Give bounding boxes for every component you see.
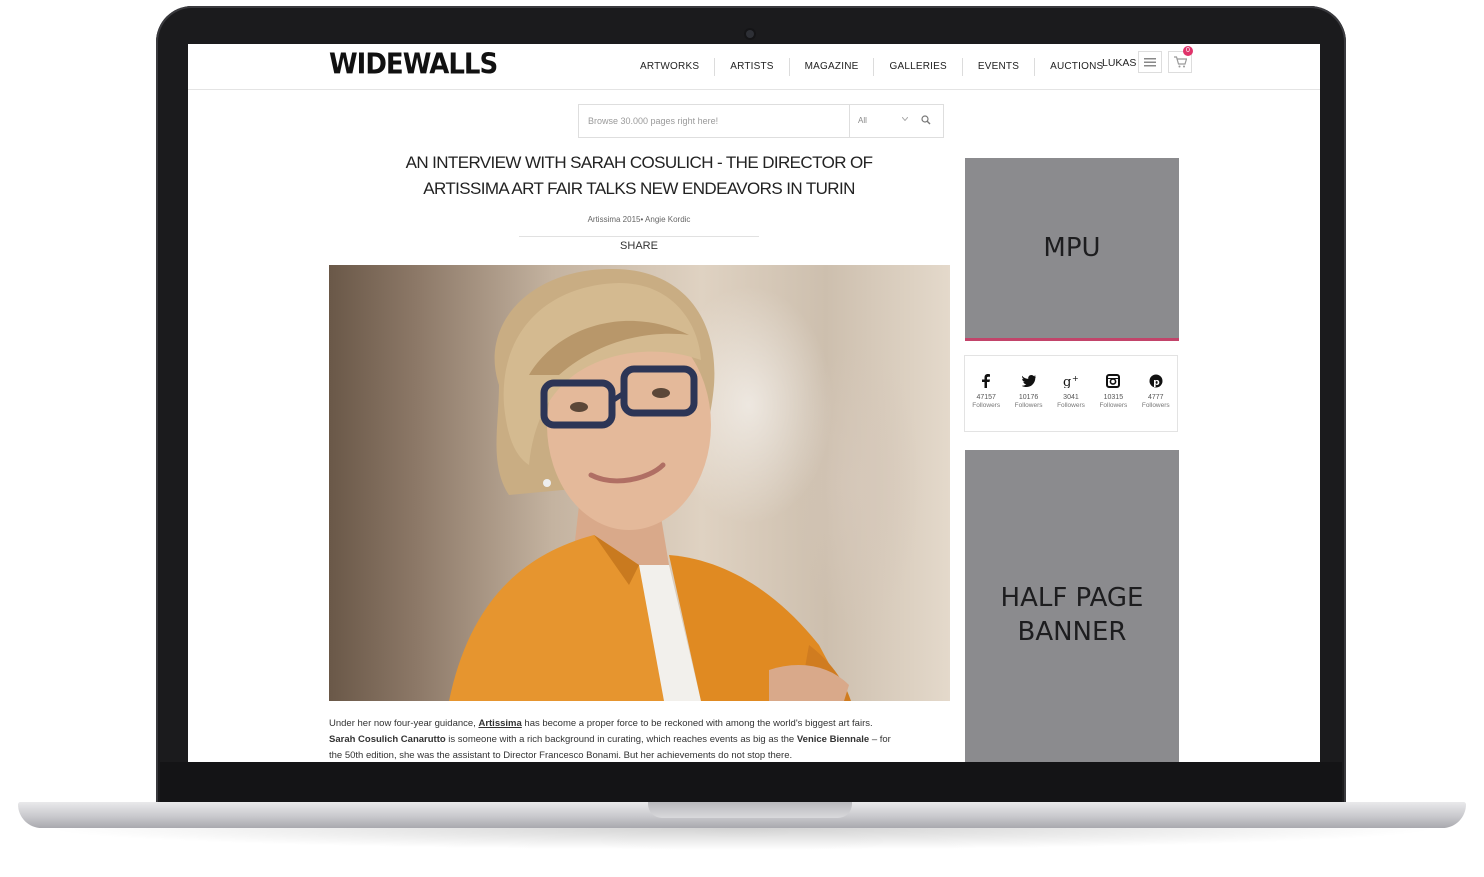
- follower-count: 4777: [1147, 394, 1164, 401]
- hamburger-icon: [1144, 57, 1156, 66]
- half-page-label-line-1: HALF PAGE: [1000, 583, 1144, 613]
- body-text: Under her now four-year guidance,: [329, 718, 479, 729]
- social-google-plus[interactable]: g + 3041 Followers: [1051, 372, 1091, 410]
- top-navbar: WIDEWALLS ARTWORKS ARTISTS MAGAZINE GALL…: [188, 44, 1320, 90]
- follower-label: Followers: [972, 402, 1001, 409]
- social-twitter[interactable]: 10176 Followers: [1009, 372, 1049, 410]
- search-input[interactable]: [579, 105, 841, 137]
- body-paragraph-line-2: Sarah Cosulich Canarutto is someone with…: [329, 732, 954, 748]
- svg-text:p: p: [1153, 378, 1160, 388]
- person-name: Sarah Cosulich Canarutto: [329, 734, 446, 745]
- follower-count: 10315: [1103, 394, 1124, 401]
- nav-item-events[interactable]: EVENTS: [961, 58, 1034, 76]
- article-title-line-2: ARTISSIMA ART FAIR TALKS NEW ENDEAVORS I…: [423, 179, 855, 198]
- social-facebook[interactable]: 47157 Followers: [966, 372, 1006, 410]
- half-page-label-line-2: BANNER: [1017, 617, 1127, 647]
- search-icon[interactable]: [921, 115, 931, 125]
- pinterest-icon: p: [1149, 374, 1163, 388]
- follower-label: Followers: [1099, 402, 1128, 409]
- follower-label: Followers: [1141, 402, 1170, 409]
- hero-photo: [329, 265, 950, 701]
- browser-screen: WIDEWALLS ARTWORKS ARTISTS MAGAZINE GALL…: [188, 44, 1320, 762]
- event-name: Venice Biennale: [796, 734, 870, 745]
- mpu-ad-slot[interactable]: MPU: [965, 158, 1179, 341]
- social-follow-box: 47157 Followers 10176 Followers g + 3041 …: [964, 355, 1178, 432]
- svg-text:+: +: [1072, 374, 1079, 383]
- hamburger-menu-button[interactable]: [1138, 51, 1162, 73]
- article-title: AN INTERVIEW WITH SARAH COSULICH - THE D…: [369, 150, 909, 202]
- cart-count-badge: 0: [1183, 46, 1193, 56]
- share-button[interactable]: SHARE: [519, 240, 759, 252]
- follower-count: 47157: [976, 394, 996, 401]
- laptop-bezel: [160, 762, 1342, 802]
- laptop-shadow: [40, 828, 1444, 850]
- article-body: Under her now four-year guidance, Artiss…: [329, 716, 954, 762]
- nav-item-galleries[interactable]: GALLERIES: [873, 58, 961, 76]
- follower-label: Followers: [1057, 402, 1085, 409]
- nav-item-magazine[interactable]: MAGAZINE: [788, 58, 874, 76]
- chevron-down-icon: [902, 117, 908, 121]
- article-title-line-1: AN INTERVIEW WITH SARAH COSULICH - THE D…: [405, 153, 873, 172]
- main-nav: ARTWORKS ARTISTS MAGAZINE GALLERIES EVEN…: [625, 54, 1118, 80]
- laptop-notch: [648, 802, 852, 818]
- follower-label: Followers: [1014, 402, 1043, 409]
- cart-icon: [1173, 56, 1187, 68]
- google-plus-icon: g +: [1063, 374, 1079, 388]
- mpu-label: MPU: [1043, 233, 1101, 263]
- nav-item-artists[interactable]: ARTISTS: [714, 58, 788, 76]
- facebook-icon: [982, 374, 991, 388]
- search-bar: All: [578, 104, 944, 138]
- search-category-select[interactable]: All: [849, 105, 913, 137]
- follower-count: 3041: [1063, 394, 1079, 401]
- artissima-link[interactable]: Artissima: [478, 718, 521, 729]
- nav-item-artworks[interactable]: ARTWORKS: [625, 58, 714, 76]
- social-pinterest[interactable]: p 4777 Followers: [1136, 372, 1176, 410]
- user-menu[interactable]: LUKAS: [1102, 55, 1136, 71]
- body-paragraph-line-3: the 50th edition, she was the assistant …: [329, 750, 793, 761]
- portrait-illustration: [449, 268, 851, 701]
- half-page-ad-slot[interactable]: HALF PAGE BANNER: [965, 450, 1179, 762]
- body-paragraph-line-1: Under her now four-year guidance, Artiss…: [329, 716, 954, 732]
- twitter-icon: [1021, 375, 1036, 387]
- social-instagram[interactable]: 10315 Followers: [1093, 372, 1133, 410]
- divider: [519, 236, 759, 237]
- instagram-icon: [1106, 374, 1121, 388]
- svg-text:g: g: [1063, 375, 1071, 388]
- site-logo[interactable]: WIDEWALLS: [329, 48, 498, 81]
- article-byline[interactable]: Artissima 2015• Angie Kordic: [519, 215, 759, 224]
- camera-icon: [746, 30, 754, 38]
- follower-count: 10176: [1018, 394, 1039, 401]
- body-text: has become a proper force to be reckoned…: [521, 718, 873, 729]
- half-page-label: HALF PAGE BANNER: [1001, 581, 1144, 649]
- body-text: is someone with a rich background in cur…: [445, 734, 797, 745]
- body-text: – for: [869, 734, 891, 745]
